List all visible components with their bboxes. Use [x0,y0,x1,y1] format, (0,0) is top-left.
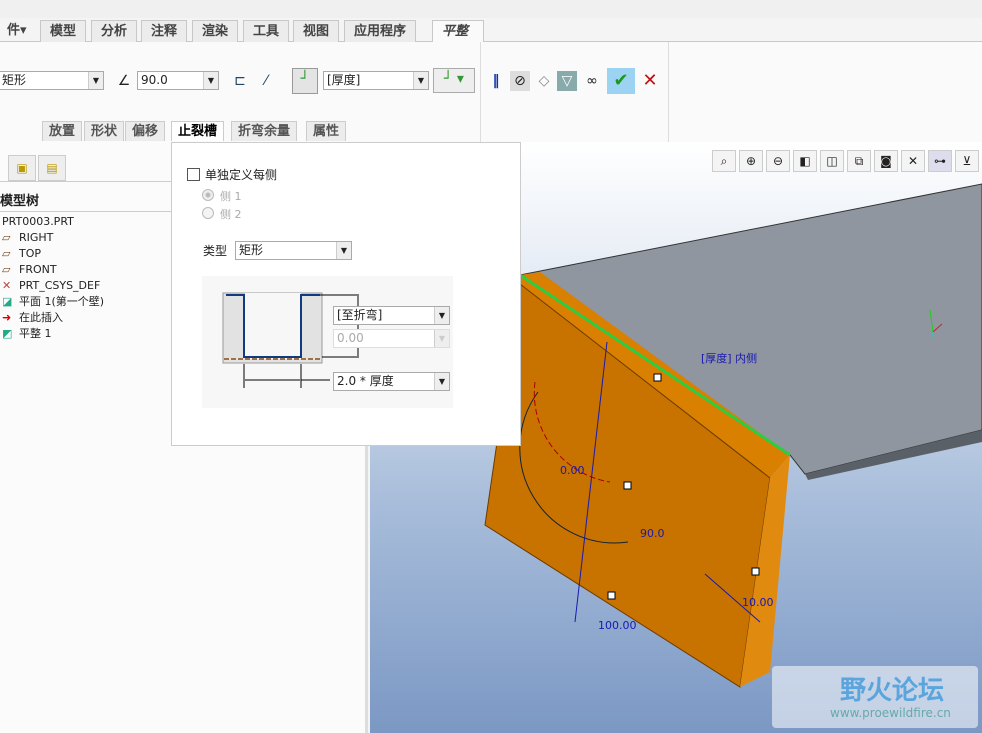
chevron-down-icon: ▼ [434,307,449,324]
glasses-icon[interactable]: ∞ [582,71,602,91]
tree-item-insert-here[interactable]: ➜ 在此插入 [2,310,63,326]
shape-value: 矩形 [2,73,27,87]
tab-file[interactable]: 件▾ [0,20,36,42]
pause-icon[interactable]: ‖ [486,71,506,91]
thickness-side-icon[interactable]: ┘ [292,68,318,94]
subtab-bend-allowance[interactable]: 折弯余量 [231,121,298,141]
quick-access-toolbar [0,0,982,18]
tree-item-front[interactable]: ▱ FRONT [2,262,57,278]
side2-label: 侧 2 [220,208,242,221]
thickness-value: [厚度] [327,73,361,87]
type-label: 类型 [203,244,228,258]
divider [668,42,669,142]
tab-view[interactable]: 视图 [293,20,340,42]
relief-width-select[interactable]: 2.0 * 厚度 ▼ [333,372,450,391]
relief-type-select[interactable]: 矩形 ▼ [235,241,352,260]
chevron-down-icon: ▼ [88,72,103,89]
define-each-side-label: 单独定义每侧 [205,168,278,182]
relief-depth-value: [至折弯] [337,308,383,322]
watermark: 野火论坛 www.proewildfire.cn [772,666,978,728]
subtab-placement[interactable]: 放置 [42,121,83,141]
tree-item-wall[interactable]: ◪ 平面 1(第一个壁) [2,294,104,310]
watermark-url: www.proewildfire.cn [830,706,951,720]
angle-icon: ∠ [117,73,131,89]
define-each-side-checkbox[interactable] [187,168,200,181]
angle-input[interactable]: 90.0 ▼ [137,71,219,90]
tab-render[interactable]: 渲染 [192,20,239,42]
dim-angle[interactable]: 90.0 [640,527,665,540]
tree-item-flat1[interactable]: ◩ 平整 1 [2,326,52,342]
flat-wall-icon: ◪ [2,295,13,308]
relief-type-value: 矩形 [239,243,264,257]
relief-width-value: 2.0 * 厚度 [337,374,394,388]
model-tree-title: 模型树 [0,194,40,209]
drag-handle [623,481,632,490]
chevron-down-icon: ▼ [434,373,449,390]
flat-icon: ◩ [2,327,13,340]
chevron-down-icon: ▼ [413,72,428,89]
datum-plane-icon: ▱ [2,231,11,244]
tab-annotate[interactable]: 注释 [141,20,188,42]
arrow-right-icon: ➜ [2,311,12,324]
tree-label: TOP [19,247,42,260]
tree-item-right[interactable]: ▱ RIGHT [2,230,53,246]
subtab-properties[interactable]: 属性 [306,121,347,141]
side2-radio[interactable] [202,207,214,219]
tree-item-top[interactable]: ▱ TOP [2,246,41,262]
ribbon-tabs: 件▾ 模型 分析 注释 渲染 工具 视图 应用程序 平整 [0,18,982,44]
relief-depth-select[interactable]: [至折弯] ▼ [333,306,450,325]
subtab-offset[interactable]: 偏移 [125,121,166,141]
tree-label: PRT0003.PRT [2,215,74,228]
drag-handle [653,373,662,382]
side1-radio[interactable] [202,189,214,201]
divider [480,42,481,142]
chevron-down-icon: ▼ [203,72,218,89]
tab-model[interactable]: 模型 [40,20,87,42]
subtab-shape[interactable]: 形状 [84,121,125,141]
drag-handle [751,567,760,576]
ok-button[interactable]: ✔ [607,68,635,94]
drag-handle [607,591,616,600]
dim-offset[interactable]: 0.00 [560,464,585,477]
shape-select[interactable]: 矩形 ▼ [0,71,104,90]
watermark-brand: 野火论坛 [840,676,945,706]
preview-icon[interactable]: ◇ [534,71,554,91]
no-preview-icon[interactable]: ⊘ [510,71,530,91]
side1-label: 侧 1 [220,190,242,203]
tree-label: 平面 1(第一个壁) [19,295,105,308]
cancel-button[interactable]: ✕ [640,71,660,91]
tree-label: RIGHT [19,231,54,244]
tree-item-part[interactable]: PRT0003.PRT [2,214,74,230]
tab-applications[interactable]: 应用程序 [344,20,417,42]
tab-tools[interactable]: 工具 [243,20,290,42]
tree-label: 平整 1 [19,327,52,340]
dim-width[interactable]: 10.00 [742,596,774,609]
layers-icon[interactable]: ▣ [8,155,36,181]
datum-plane-icon: ▱ [2,247,11,260]
tree-label: 在此插入 [19,311,63,324]
relief-panel: 单独定义每侧 侧 1 侧 2 类型 矩形 ▼ [至折弯] ▼ 0.00 ▼ 2.0 *… [171,142,521,446]
chevron-down-icon: ▼ [336,242,351,259]
tree-label: PRT_CSYS_DEF [19,279,101,292]
bend-side-icon[interactable]: ⊏ [230,71,250,91]
tree-label: FRONT [19,263,57,276]
verify-icon[interactable]: ▽ [557,71,577,91]
tab-flat[interactable]: 平整 [432,20,484,44]
relief-depth-input[interactable]: 0.00 ▼ [333,329,450,348]
bend-radius-button[interactable]: ┘ ▾ [433,68,475,93]
flip-icon[interactable]: ⁄ [256,71,276,91]
thickness-select[interactable]: [厚度] ▼ [323,71,429,90]
chevron-down-icon: ▼ [434,330,449,347]
folder-icon[interactable]: ▤ [38,155,66,181]
tab-analysis[interactable]: 分析 [91,20,138,42]
relief-depth-num: 0.00 [337,331,364,345]
thickness-side-label[interactable]: [厚度] 内侧 [701,350,757,366]
csys-icon: ✕ [2,279,12,292]
subtab-relief[interactable]: 止裂槽 [171,121,225,141]
dim-length[interactable]: 100.00 [598,619,637,632]
tree-item-csys[interactable]: ✕ PRT_CSYS_DEF [2,278,100,294]
datum-plane-icon: ▱ [2,263,11,276]
angle-value: 90.0 [141,73,168,87]
